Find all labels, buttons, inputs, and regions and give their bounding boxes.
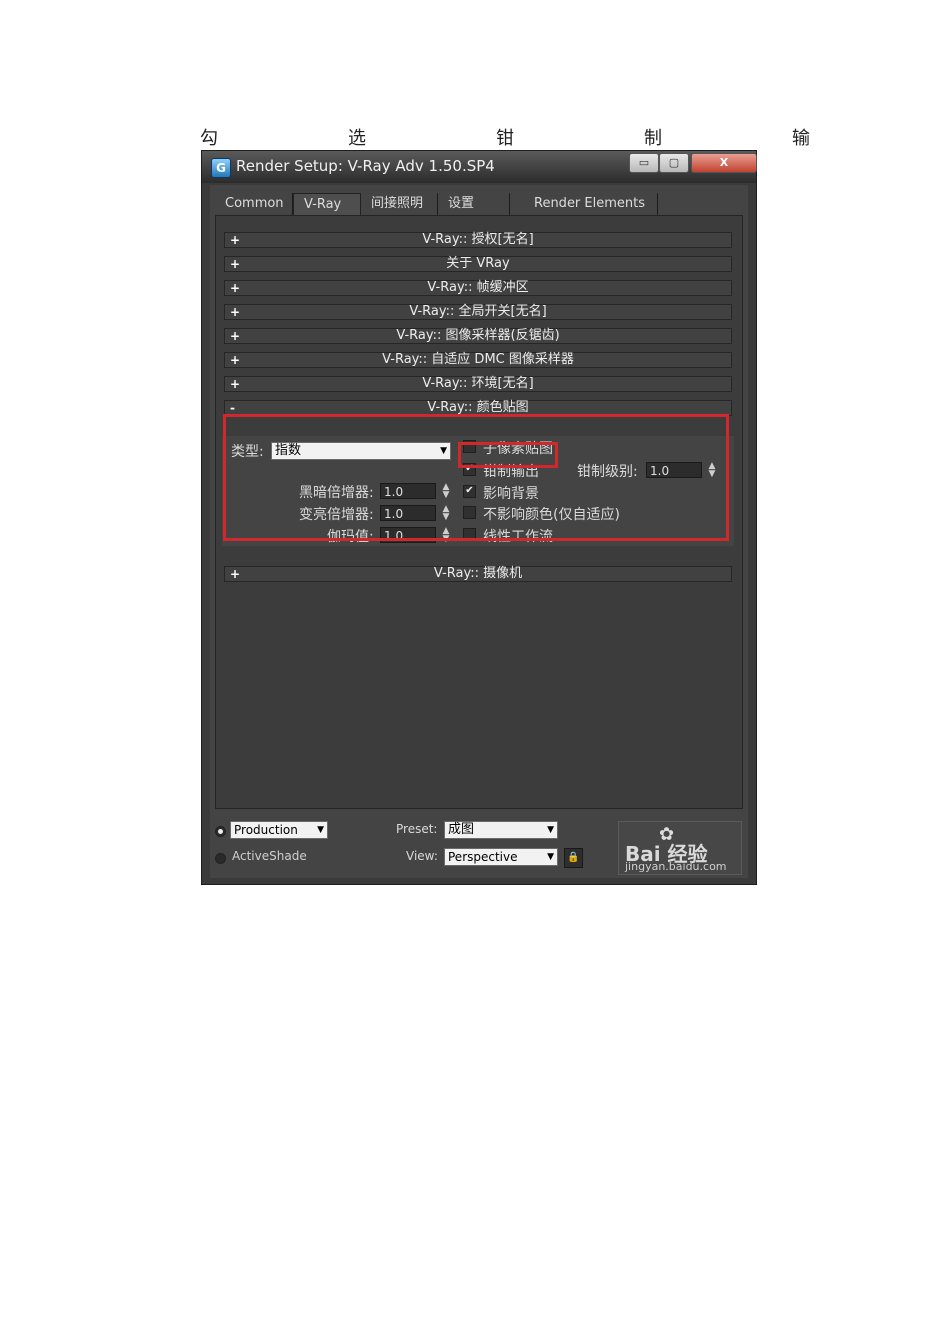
production-select[interactable]: Production ▼ bbox=[230, 821, 328, 839]
rollout-image-sampler[interactable]: + V-Ray:: 图像采样器(反锯齿) bbox=[224, 328, 732, 344]
expand-icon: + bbox=[230, 233, 241, 247]
render-setup-window: G Render Setup: V-Ray Adv 1.50.SP4 ▭ ▢ X… bbox=[201, 150, 757, 885]
doc-heading-char: 钳 bbox=[496, 128, 514, 149]
rollout-label: V-Ray:: 帧缓冲区 bbox=[427, 280, 529, 295]
rollout-authorization[interactable]: + V-Ray:: 授权[无名] bbox=[224, 232, 732, 248]
preset-label: Preset: bbox=[396, 822, 438, 836]
expand-icon: + bbox=[230, 305, 241, 319]
rollout-frame-buffer[interactable]: + V-Ray:: 帧缓冲区 bbox=[224, 280, 732, 296]
close-button[interactable]: X bbox=[691, 153, 757, 173]
tab-settings[interactable]: 设置 bbox=[438, 193, 510, 215]
preset-select[interactable]: 成图 ▼ bbox=[444, 821, 558, 839]
preset-value: 成图 bbox=[448, 822, 475, 837]
doc-heading-char: 制 bbox=[644, 128, 662, 149]
app-icon: G bbox=[211, 158, 231, 178]
maximize-button[interactable]: ▢ bbox=[659, 153, 689, 173]
chevron-down-icon: ▼ bbox=[317, 825, 324, 835]
render-controls: Production ▼ ActiveShade Preset: 成图 ▼ Vi… bbox=[210, 815, 748, 878]
tab-indirect-illumination[interactable]: 间接照明 bbox=[361, 193, 438, 215]
expand-icon: + bbox=[230, 377, 241, 391]
activeshade-radio[interactable] bbox=[215, 853, 226, 864]
rollout-label: V-Ray:: 全局开关[无名] bbox=[409, 304, 547, 319]
rollout-label: V-Ray:: 授权[无名] bbox=[422, 232, 534, 247]
rollout-label: V-Ray:: 自适应 DMC 图像采样器 bbox=[382, 352, 574, 367]
expand-icon: + bbox=[230, 567, 241, 581]
view-select[interactable]: Perspective ▼ bbox=[444, 848, 558, 866]
expand-icon: + bbox=[230, 353, 241, 367]
view-value: Perspective bbox=[448, 850, 518, 864]
expand-icon: + bbox=[230, 281, 241, 295]
rollout-label: V-Ray:: 摄像机 bbox=[433, 566, 523, 581]
rollout-global-switches[interactable]: + V-Ray:: 全局开关[无名] bbox=[224, 304, 732, 320]
doc-heading-char: 选 bbox=[348, 128, 366, 149]
tab-render-elements[interactable]: Render Elements bbox=[510, 193, 658, 215]
rollout-label: 关于 VRay bbox=[446, 256, 510, 271]
expand-icon: + bbox=[230, 329, 241, 343]
production-radio[interactable] bbox=[215, 826, 226, 837]
chevron-down-icon: ▼ bbox=[547, 852, 554, 862]
tab-bar: Common V-Ray 间接照明 设置 Render Elements bbox=[215, 193, 658, 215]
expand-icon: + bbox=[230, 257, 241, 271]
rollout-label: V-Ray:: 图像采样器(反锯齿) bbox=[396, 328, 560, 343]
doc-heading: 勾 选 钳 制 输 bbox=[200, 124, 810, 150]
lock-icon[interactable]: 🔒 bbox=[564, 848, 583, 868]
tab-common[interactable]: Common bbox=[215, 193, 293, 215]
title-bar[interactable]: G Render Setup: V-Ray Adv 1.50.SP4 ▭ ▢ X bbox=[202, 151, 757, 183]
rollout-camera[interactable]: + V-Ray:: 摄像机 bbox=[224, 566, 732, 582]
rollout-label: V-Ray:: 环境[无名] bbox=[422, 376, 534, 391]
watermark: ✿ Bai 经验 jingyan.baidu.com bbox=[618, 821, 742, 875]
activeshade-label: ActiveShade bbox=[232, 849, 307, 863]
rollout-label: V-Ray:: 颜色贴图 bbox=[427, 400, 529, 415]
doc-heading-char: 勾 bbox=[200, 128, 218, 149]
production-value: Production bbox=[234, 823, 298, 837]
view-label: View: bbox=[406, 849, 438, 863]
highlight-box-clamp bbox=[458, 442, 558, 468]
rollout-about-vray[interactable]: + 关于 VRay bbox=[224, 256, 732, 272]
window-title: Render Setup: V-Ray Adv 1.50.SP4 bbox=[236, 157, 495, 175]
rollout-adaptive-dmc[interactable]: + V-Ray:: 自适应 DMC 图像采样器 bbox=[224, 352, 732, 368]
tab-vray[interactable]: V-Ray bbox=[293, 193, 361, 215]
highlight-box-panel bbox=[223, 414, 729, 541]
watermark-url: jingyan.baidu.com bbox=[625, 860, 727, 873]
chevron-down-icon: ▼ bbox=[547, 825, 554, 835]
rollout-environment[interactable]: + V-Ray:: 环境[无名] bbox=[224, 376, 732, 392]
minimize-button[interactable]: ▭ bbox=[629, 153, 659, 173]
doc-heading-char: 输 bbox=[792, 128, 810, 149]
collapse-icon: - bbox=[230, 401, 235, 415]
